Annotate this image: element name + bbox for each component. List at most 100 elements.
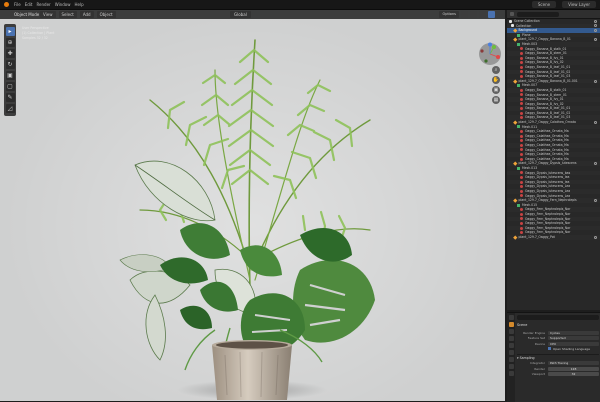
cursor-tool-icon[interactable]: ⊕ [5,38,15,47]
view-layer-tab-icon[interactable] [508,336,514,341]
material-icon [520,130,523,134]
camera-icon[interactable]: ▣ [492,86,500,94]
annotate-tool-icon[interactable]: ✎ [5,93,15,102]
sampling-label: Sampling [519,355,535,360]
menu-edit[interactable]: Edit [25,1,33,8]
sampling-section-header[interactable]: ▾ Sampling [517,353,599,361]
top-bar: File Edit Render Window Help Scene View … [0,0,600,10]
menu-window[interactable]: Window [55,1,71,8]
object-icon [513,37,518,42]
visibility-eye-icon[interactable] [594,120,597,124]
feature-set-dropdown[interactable]: Supported [548,336,599,341]
device-dropdown[interactable]: CPU [548,341,599,346]
menu-file[interactable]: File [14,1,21,8]
overlay-line-samples: Samples 32 / 32 [22,36,48,40]
object-icon [513,235,518,239]
render-tab-icon[interactable] [508,322,514,327]
viewport-menu-view[interactable]: View [40,11,56,18]
rendered-shading-icon[interactable] [488,11,495,18]
blender-logo-icon[interactable] [4,2,9,7]
object-tab-icon[interactable] [508,357,514,362]
viewport-samples-field[interactable]: 32 [548,372,599,377]
modifier-tab-icon[interactable] [508,364,514,369]
transform-orientation-dropdown[interactable]: Global [230,11,251,18]
3d-viewport[interactable]: Object Mode View Select Add Object Globa… [0,10,505,401]
material-tab-icon[interactable] [508,371,514,376]
shading-buttons: Options [439,11,495,18]
perspective-grid-icon[interactable]: ▦ [492,96,500,104]
material-icon [520,107,523,111]
scene-selector[interactable]: Scene [531,1,557,8]
material-icon [520,208,523,212]
osl-checkbox[interactable] [548,347,551,350]
viewport-overlay-text: User Perspective (1) Collection | Plant … [22,26,54,41]
object-icon [513,198,518,203]
properties-search-input[interactable] [517,315,599,320]
navigation-gizmo[interactable] [478,42,502,66]
visibility-eye-icon[interactable] [594,19,597,23]
material-icon [520,226,523,230]
viewport-header: Object Mode View Select Add Object Globa… [0,10,505,19]
menu-help[interactable]: Help [74,1,83,8]
material-icon [520,139,523,143]
osl-checkbox-row[interactable]: Open Shading Language [548,347,599,352]
scene-tab-icon[interactable] [508,343,514,348]
viewport-menu-add[interactable]: Add [79,11,94,18]
visibility-eye-icon[interactable] [594,38,597,42]
object-icon [513,120,518,125]
rotate-tool-icon[interactable]: ↻ [5,60,15,69]
osl-label: Open Shading Language [553,346,590,351]
material-icon [520,175,523,179]
viewport-menu: View Select Add Object [40,11,116,18]
material-icon [520,231,523,235]
render-engine-dropdown[interactable]: Cycles [548,330,599,335]
world-tab-icon[interactable] [508,350,514,355]
material-shading-icon[interactable] [479,11,486,18]
properties-panel: Scene Render Engine Cycles Feature Set S… [507,312,600,402]
material-icon [520,65,523,69]
material-icon [520,171,523,175]
object-mode-dropdown[interactable]: Object Mode [10,11,44,18]
visibility-eye-icon[interactable] [594,79,597,83]
device-label: Device [534,341,545,346]
menu-render[interactable]: Render [36,1,50,8]
integrator-dropdown[interactable]: Path Tracing [548,361,599,366]
material-icon [520,221,523,225]
visibility-eye-icon[interactable] [594,24,597,28]
options-dropdown[interactable]: Options [439,11,459,18]
render-samples-row: Render 128 [517,366,599,372]
zoom-icon[interactable]: ⌕ [492,66,500,74]
material-icon [520,185,523,189]
outliner-search-input[interactable] [517,11,559,17]
move-tool-icon[interactable]: ✚ [5,49,15,58]
viewport-menu-object[interactable]: Object [96,11,116,18]
output-tab-icon[interactable] [508,329,514,334]
view-layer-selector[interactable]: View Layer [562,1,596,8]
material-icon [520,148,523,152]
outliner-filter-icon[interactable] [510,12,514,16]
measure-tool-icon[interactable]: ◿ [5,104,15,113]
visibility-eye-icon[interactable] [594,198,597,202]
render-samples-field[interactable]: 128 [548,366,599,371]
select-box-tool-icon[interactable]: ▸ [5,27,15,36]
material-icon [520,212,523,216]
solid-shading-icon[interactable] [470,11,477,18]
tool-tab-icon[interactable] [508,315,514,320]
outliner-row[interactable]: plant_129.7_Oaggy_Pot [507,234,600,240]
visibility-eye-icon[interactable] [594,162,597,166]
outliner-panel: Scene Collection Collection Background Plan… [507,10,600,310]
scale-tool-icon[interactable]: ▣ [5,71,15,80]
visibility-eye-icon[interactable] [594,235,597,239]
viewport-menu-select[interactable]: Select [58,11,77,18]
pan-hand-icon[interactable]: ✋ [492,76,500,84]
viewport-nav-buttons: ⌕ ✋ ▣ ▦ [492,66,500,106]
viewport-samples-label: Viewport [531,372,545,377]
wireframe-shading-icon[interactable] [461,11,468,18]
mesh-data-icon [517,84,520,88]
transform-tool-icon[interactable]: ▢ [5,82,15,91]
material-icon [520,97,523,101]
material-icon [520,153,523,157]
object-icon [513,28,518,33]
main-menu: File Edit Render Window Help [14,1,84,8]
visibility-eye-icon[interactable] [594,28,597,32]
